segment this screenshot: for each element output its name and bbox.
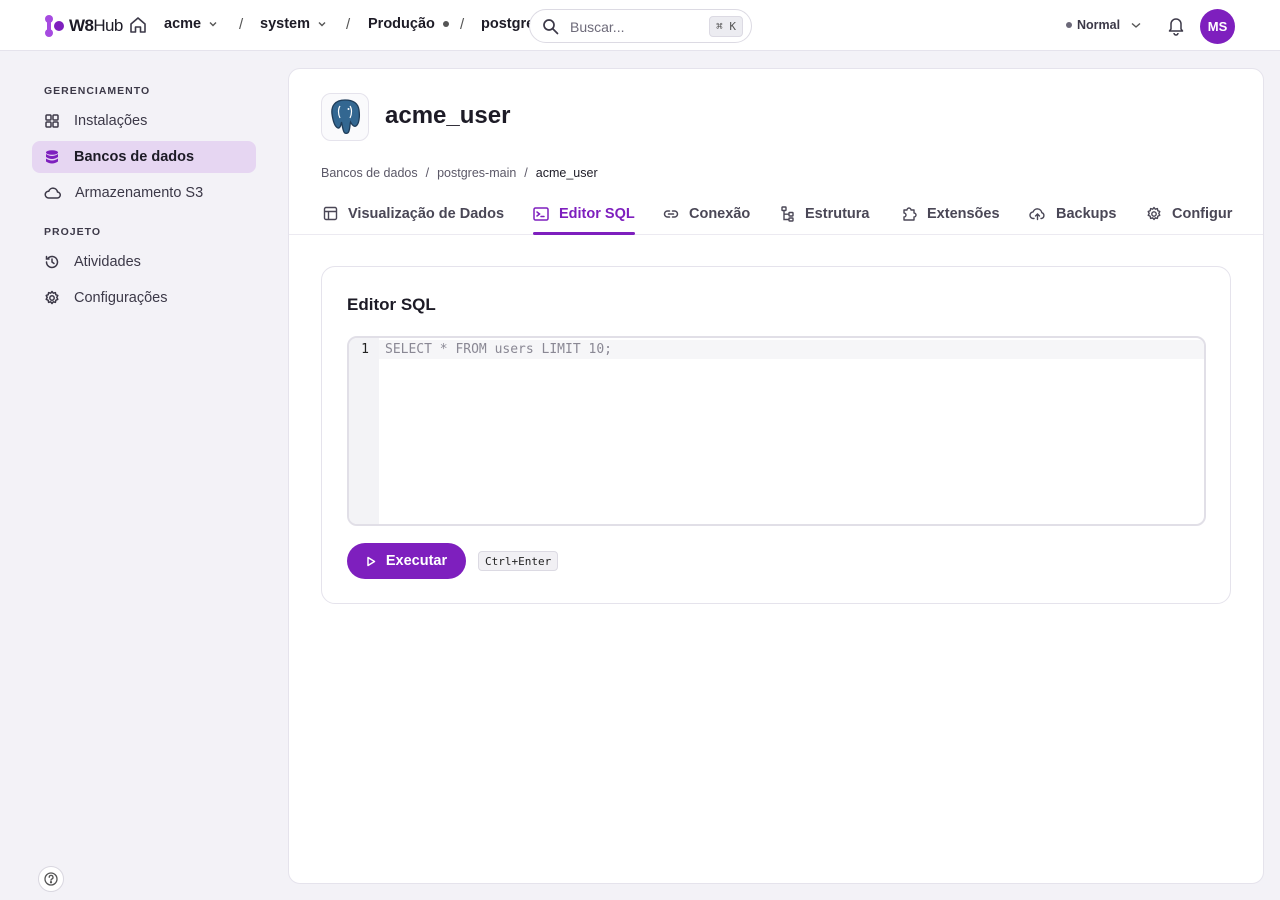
database-icon [46, 150, 58, 164]
postgres-logo [321, 93, 369, 141]
top-bar: W8Hub acme / system / Produção / postgre… [0, 0, 1280, 51]
sql-editor-panel: Editor SQL 1 SELECT * FROM users LIMIT 1… [321, 266, 1231, 604]
sidebar-item-label: Bancos de dados [74, 149, 195, 165]
chevron-down-icon [209, 22, 217, 27]
help-button[interactable] [38, 866, 64, 892]
execute-button-label: Executar [385, 553, 448, 569]
tab-connection[interactable]: Conexão [663, 193, 750, 234]
breadcrumb: Bancos de dados / postgres-main / acme_u… [321, 166, 598, 180]
sql-code-editor[interactable]: 1 SELECT * FROM users LIMIT 10; [347, 336, 1206, 526]
mode-label: Normal [1077, 18, 1121, 32]
brand-name-part1: W8 [69, 16, 94, 35]
history-icon [45, 255, 59, 269]
environment-name: Produção [368, 16, 435, 32]
grid-icon [45, 114, 59, 128]
breadcrumb-link-instance[interactable]: postgres-main [437, 166, 516, 180]
line-number: 1 [361, 342, 369, 357]
query-placeholder: SELECT * FROM users LIMIT 10; [385, 342, 612, 357]
tree-icon [781, 205, 794, 222]
puzzle-icon [903, 206, 917, 221]
app-logo[interactable]: W8Hub [44, 13, 123, 39]
breadcrumb-separator: / [524, 166, 528, 180]
sidebar-item-databases[interactable]: Bancos de dados [32, 141, 256, 173]
tab-sql-editor[interactable]: Editor SQL [533, 193, 635, 235]
tab-settings[interactable]: Configur [1146, 193, 1232, 234]
sidebar-item-label: Instalações [74, 113, 148, 129]
sidebar-section-title: PROJETO [44, 226, 101, 238]
sidebar-item-label: Atividades [74, 254, 141, 270]
tab-data-view[interactable]: Visualização de Dados [323, 193, 504, 234]
breadcrumb-separator: / [346, 16, 351, 33]
chevron-down-icon [318, 22, 326, 27]
tab-label: Editor SQL [559, 205, 635, 222]
tab-extensions[interactable]: Extensões [901, 193, 1000, 234]
sidebar-item-activities[interactable]: Atividades [32, 246, 256, 278]
org-switcher[interactable]: acme [164, 16, 219, 32]
sidebar-item-label: Armazenamento S3 [75, 185, 204, 201]
gear-icon [45, 290, 59, 305]
breadcrumb-link-databases[interactable]: Bancos de dados [321, 166, 418, 180]
breadcrumb-separator: / [239, 16, 244, 33]
resource-switcher[interactable]: postgres [481, 16, 531, 32]
link-icon [663, 209, 679, 218]
tab-bar: Visualização de Dados Editor SQL Conexão… [289, 193, 1263, 235]
tab-backups[interactable]: Backups [1029, 193, 1116, 234]
tab-label: Backups [1056, 205, 1117, 222]
play-icon [367, 556, 376, 566]
execute-button[interactable]: Executar [347, 543, 466, 579]
sidebar-item-label: Configurações [74, 290, 168, 306]
panel-title: Editor SQL [347, 295, 436, 314]
line-gutter: 1 [349, 338, 379, 524]
search-placeholder: Buscar... [570, 19, 625, 35]
chevron-down-icon [1131, 22, 1141, 28]
org-name: acme [164, 16, 202, 32]
bell-icon[interactable] [1166, 15, 1186, 36]
tab-label: Extensões [927, 205, 1000, 222]
home-icon[interactable] [128, 15, 148, 35]
gear-icon [1147, 206, 1161, 220]
main-content: acme_user Bancos de dados / postgres-mai… [288, 68, 1264, 884]
search-shortcut-badge: ⌘ K [709, 16, 743, 37]
cloud-upload-icon [1029, 208, 1045, 221]
sidebar-section-title: GERENCIAMENTO [44, 85, 151, 97]
breadcrumb-separator: / [460, 16, 465, 33]
sidebar-item-installations[interactable]: Instalações [32, 105, 256, 137]
environment-switcher[interactable]: Produção [368, 16, 449, 32]
mode-status-dot [1066, 22, 1072, 28]
terminal-icon [533, 206, 549, 221]
help-icon [44, 872, 58, 886]
mode-selector[interactable]: Normal [1066, 18, 1143, 32]
execute-shortcut-badge: Ctrl+Enter [478, 551, 559, 571]
search-input[interactable]: Buscar... ⌘ K [529, 9, 752, 43]
page-title: acme_user [385, 102, 511, 129]
tab-label: Estrutura [805, 205, 870, 222]
tab-label: Visualização de Dados [348, 205, 505, 222]
tab-structure[interactable]: Estrutura [781, 193, 869, 234]
user-avatar[interactable]: MS [1200, 9, 1235, 44]
project-switcher[interactable]: system [260, 16, 328, 32]
tab-label: Configur [1172, 205, 1233, 222]
postgres-elephant-icon [331, 99, 361, 135]
project-name: system [260, 16, 310, 32]
cloud-icon [44, 187, 61, 199]
brand-name-part2: Hub [93, 16, 123, 35]
sidebar-item-s3-storage[interactable]: Armazenamento S3 [32, 177, 256, 209]
breadcrumb-current: acme_user [535, 166, 598, 180]
tab-label: Conexão [689, 205, 751, 222]
logo-mark-icon [45, 15, 64, 37]
environment-status-dot [442, 21, 449, 27]
table-icon [323, 206, 338, 221]
breadcrumb-separator: / [425, 166, 430, 180]
search-icon [543, 19, 559, 35]
sidebar-item-settings[interactable]: Configurações [32, 282, 256, 314]
